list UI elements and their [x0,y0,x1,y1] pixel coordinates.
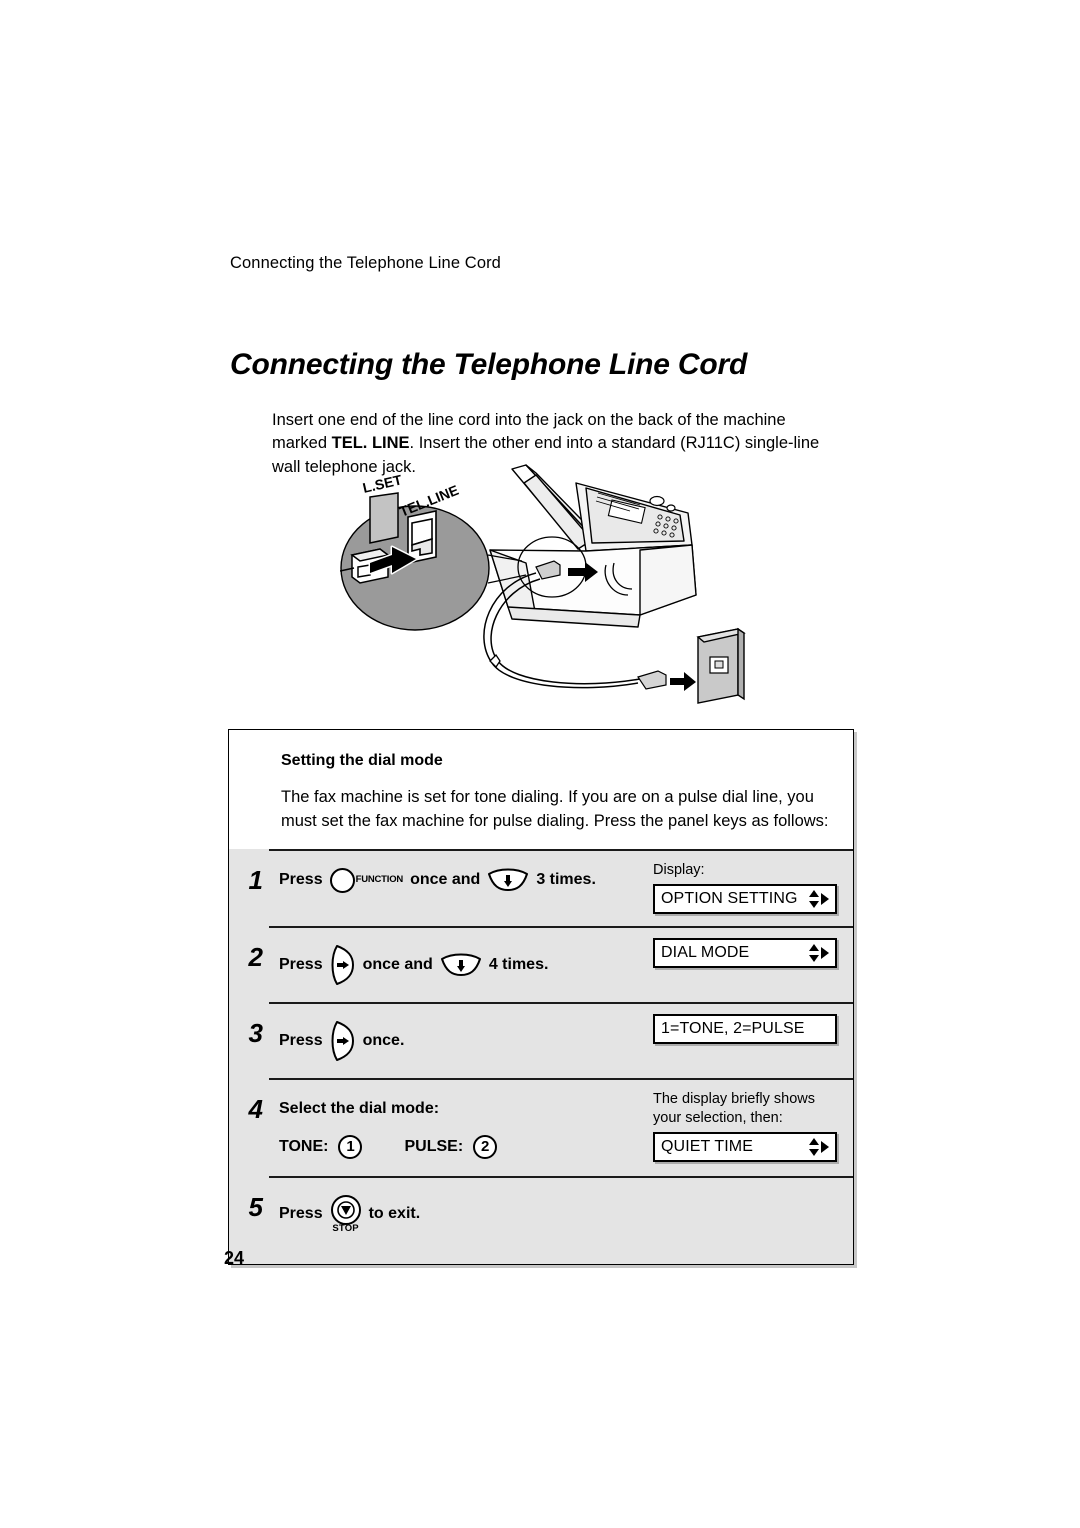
pulse-label: PULSE: [404,1138,464,1155]
procedure-step-2: 2 Press once and 4 times. DIAL MODE [229,926,853,1002]
step-instruction: Press once and 4 times. [269,926,653,1002]
right-arrow-icon [821,947,829,959]
display-caption: Display: [653,862,705,878]
step-display-column: 1=TONE, 2=PULSE [653,1002,853,1056]
document-page: Connecting the Telephone Line Cord Conne… [0,0,1080,1528]
step-number: 3 [248,1018,263,1048]
procedure-step-4: 4 Select the dial mode: TONE: 1 PULSE: 2… [229,1078,853,1176]
step-instruction: Press STOP to exit. [269,1176,653,1250]
tone-label: TONE: [279,1138,329,1155]
up-down-arrow-icon [809,1138,819,1156]
procedure-heading: Setting the dial mode [281,752,443,769]
step-display-column: Display: OPTION SETTING [653,849,853,926]
step-divider [269,849,853,852]
display-caption: The display briefly shows your selection… [653,1091,815,1126]
right-arrow-icon [821,1141,829,1153]
step-instruction: Select the dial mode: TONE: 1 PULSE: 2 [269,1078,653,1176]
lcd-arrow-icons [808,1137,830,1157]
step-number: 4 [248,1094,263,1124]
step-tail-text: to exit. [368,1204,421,1222]
step-instruction: Press once. [269,1002,653,1078]
right-arrow-key-icon [331,945,354,985]
step-divider [269,1002,853,1005]
step-instruction: Press FUNCTION once and 3 times. [269,849,653,909]
lcd-display: OPTION SETTING [653,884,837,914]
press-label: Press [279,956,323,973]
lcd-arrow-icons [808,943,830,963]
running-header: Connecting the Telephone Line Cord [230,254,501,272]
function-key-label: FUNCTION [355,874,404,885]
procedure-step-5: 5 Press STOP to exit. [229,1176,853,1264]
up-down-arrow-icon [809,944,819,962]
down-arrow-key-icon [488,868,529,891]
down-arrow-key-icon [440,953,481,976]
lcd-text: QUIET TIME [661,1138,753,1155]
intro-bold-term: TEL. LINE [331,434,410,452]
step-divider [269,1078,853,1081]
right-arrow-icon [821,893,829,905]
step-count-text: once. [362,1032,405,1049]
inset-label-tel-set: L.SET [361,471,404,496]
function-key-circle [329,867,355,893]
lcd-arrow-icons [808,889,830,909]
function-key-icon: FUNCTION [329,867,404,893]
press-label: Press [279,871,323,888]
lcd-display: QUIET TIME [653,1132,837,1162]
illustration-svg: L.SET TEL.LINE [340,464,746,704]
step-divider [269,926,853,929]
step-number: 2 [248,942,263,972]
stop-key-glyph [330,1195,361,1225]
select-dial-mode-label: Select the dial mode: [279,1100,440,1117]
lcd-display: 1=TONE, 2=PULSE [653,1014,837,1044]
line-cord-illustration: L.SET TEL.LINE [340,455,760,715]
procedure-header: Setting the dial mode The fax machine is… [229,730,853,849]
step-display-column: The display briefly shows your selection… [653,1078,853,1174]
procedure-step-3: 3 Press once. 1=TONE, 2=PULSE [229,1002,853,1078]
tone-key-icon: 1 [338,1135,363,1159]
lcd-display: DIAL MODE [653,938,837,968]
step-count-text: 4 times. [488,956,549,973]
step-mid-text: once and [410,871,481,888]
lcd-text: 1=TONE, 2=PULSE [661,1020,805,1037]
step-count-text: 3 times. [536,871,596,888]
step-divider [269,1176,853,1179]
step-mid-text: once and [362,956,433,973]
step-number: 1 [248,865,263,895]
step-display-column [653,1176,853,1200]
press-label: Press [279,1032,323,1049]
procedure-box: Setting the dial mode The fax machine is… [228,729,854,1265]
press-label: Press [279,1204,323,1222]
stop-key-icon: STOP [330,1194,362,1234]
stop-key-label: STOP [332,1223,359,1234]
procedure-steps: 1 Press FUNCTION once and 3 times. Displ… [229,849,853,1264]
up-down-arrow-icon [809,890,819,908]
page-number: 24 [224,1248,245,1268]
page-title: Connecting the Telephone Line Cord [230,348,748,382]
pulse-key-icon: 2 [473,1135,498,1159]
lcd-text: OPTION SETTING [661,890,798,907]
step-display-column: DIAL MODE [653,926,853,980]
lcd-text: DIAL MODE [661,944,750,961]
procedure-body-text: The fax machine is set for tone dialing.… [281,788,829,830]
right-arrow-key-icon [331,1021,354,1061]
procedure-step-1: 1 Press FUNCTION once and 3 times. Displ… [229,849,853,926]
step-number: 5 [248,1192,263,1222]
